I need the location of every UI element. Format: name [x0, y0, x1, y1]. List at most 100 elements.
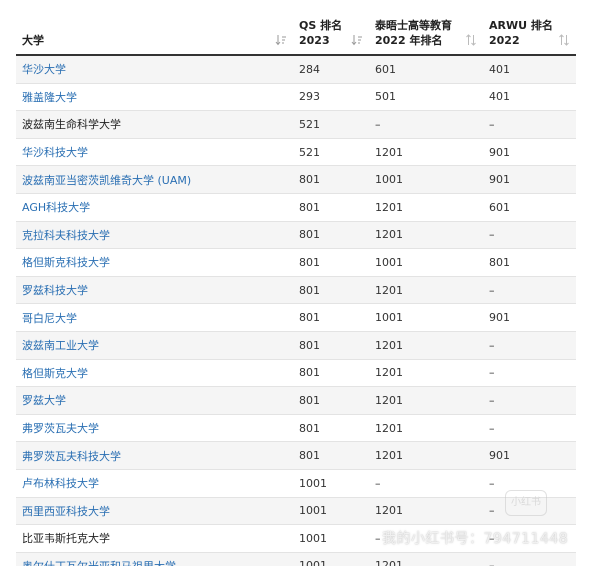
university-link[interactable]: 雅盖隆大学: [22, 91, 77, 104]
column-header-qs-2023[interactable]: QS 排名 2023: [293, 0, 369, 56]
university-cell: AGH科技大学: [16, 193, 293, 222]
column-header-label: 2022 年排名: [375, 34, 443, 47]
qs-rank-cell: 801: [293, 303, 369, 332]
sort-descending-icon[interactable]: [351, 34, 363, 46]
table-header: 大学 QS 排名 2023 泰晤士高等教育 2022 年排名 ARWU 排名 2…: [16, 0, 576, 56]
arwu-rank-cell: –: [483, 276, 576, 305]
column-header-label: 大学: [22, 34, 44, 47]
university-cell: 哥白尼大学: [16, 303, 293, 332]
page: 大学 QS 排名 2023 泰晤士高等教育 2022 年排名 ARWU 排名 2…: [0, 0, 600, 566]
column-header-the-2022[interactable]: 泰晤士高等教育 2022 年排名: [369, 0, 483, 56]
university-cell: 奥尔什丁瓦尔米亚和马祖里大学: [16, 552, 293, 566]
the-rank-cell: 601: [369, 55, 483, 84]
qs-rank-cell: 801: [293, 414, 369, 443]
arwu-rank-cell: –: [483, 552, 576, 566]
qs-rank-cell: 284: [293, 55, 369, 84]
qs-rank-cell: 521: [293, 138, 369, 167]
sort-both-icon[interactable]: [558, 34, 570, 46]
university-link[interactable]: 格但斯克科技大学: [22, 256, 110, 269]
university-link[interactable]: 弗罗茨瓦夫大学: [22, 422, 99, 435]
arwu-rank-cell: 601: [483, 193, 576, 222]
the-rank-cell: 1201: [369, 359, 483, 388]
university-cell: 格但斯克大学: [16, 359, 293, 388]
qs-rank-cell: 521: [293, 110, 369, 139]
qs-rank-cell: 1001: [293, 469, 369, 498]
qs-rank-cell: 801: [293, 386, 369, 415]
the-rank-cell: 1201: [369, 552, 483, 566]
university-cell: 西里西亚科技大学: [16, 497, 293, 526]
table-row: 华沙科技大学 521 1201 901: [16, 138, 576, 167]
the-rank-cell: 1201: [369, 414, 483, 443]
arwu-rank-cell: –: [483, 414, 576, 443]
qs-rank-cell: 801: [293, 248, 369, 277]
arwu-rank-cell: 901: [483, 441, 576, 470]
column-header-label: 泰晤士高等教育: [375, 19, 452, 32]
header-row: 大学 QS 排名 2023 泰晤士高等教育 2022 年排名 ARWU 排名 2…: [16, 0, 576, 56]
university-link[interactable]: 哥白尼大学: [22, 312, 77, 325]
qs-rank-cell: 801: [293, 441, 369, 470]
university-cell: 比亚韦斯托克大学: [16, 524, 293, 553]
table-row: 弗罗茨瓦夫大学 801 1201–: [16, 414, 576, 443]
university-link[interactable]: 波兹南工业大学: [22, 339, 99, 352]
table-row: 华沙大学 284 601 401: [16, 55, 576, 84]
arwu-rank-cell: –: [483, 359, 576, 388]
the-rank-cell: 1201: [369, 331, 483, 360]
column-header-label: QS 排名: [299, 19, 343, 32]
column-header-label: ARWU 排名: [489, 19, 553, 32]
university-link[interactable]: 罗兹大学: [22, 394, 66, 407]
arwu-rank-cell: 901: [483, 303, 576, 332]
table-row: 罗兹大学 801 1201–: [16, 386, 576, 415]
arwu-rank-cell: –: [483, 386, 576, 415]
table-row: 波兹南工业大学 801 1201–: [16, 331, 576, 360]
qs-rank-cell: 801: [293, 193, 369, 222]
the-rank-cell: –: [369, 469, 483, 498]
university-cell: 罗兹科技大学: [16, 276, 293, 305]
university-name: 比亚韦斯托克大学: [22, 532, 110, 546]
university-cell: 卢布林科技大学: [16, 469, 293, 498]
university-link[interactable]: 弗罗茨瓦夫科技大学: [22, 450, 121, 463]
table-row: 克拉科夫科技大学 801 1201–: [16, 221, 576, 250]
column-header-university[interactable]: 大学: [16, 0, 293, 56]
university-cell: 波兹南亚当密茨凯维奇大学 (UAM): [16, 165, 293, 194]
university-link[interactable]: 罗兹科技大学: [22, 284, 88, 297]
arwu-rank-cell: 901: [483, 165, 576, 194]
the-rank-cell: 1001: [369, 165, 483, 194]
watermark-logo: 小红书: [505, 490, 547, 516]
the-rank-cell: 1201: [369, 221, 483, 250]
arwu-rank-cell: –: [483, 221, 576, 250]
the-rank-cell: 1001: [369, 248, 483, 277]
university-link[interactable]: 华沙科技大学: [22, 146, 88, 159]
university-link[interactable]: 波兹南亚当密茨凯维奇大学 (UAM): [22, 174, 191, 187]
the-rank-cell: 1201: [369, 386, 483, 415]
sort-both-icon[interactable]: [465, 34, 477, 46]
rankings-table: 大学 QS 排名 2023 泰晤士高等教育 2022 年排名 ARWU 排名 2…: [16, 0, 576, 566]
table-row: 格但斯克科技大学 801 1001 801: [16, 248, 576, 277]
table-row: 卢布林科技大学 1001– –: [16, 469, 576, 498]
qs-rank-cell: 801: [293, 331, 369, 360]
the-rank-cell: 1201: [369, 276, 483, 305]
university-link[interactable]: 格但斯克大学: [22, 367, 88, 380]
university-link[interactable]: 华沙大学: [22, 63, 66, 76]
table-row: 格但斯克大学 801 1201–: [16, 359, 576, 388]
table-row: 波兹南亚当密茨凯维奇大学 (UAM) 801 1001 901: [16, 165, 576, 194]
arwu-rank-cell: 401: [483, 83, 576, 112]
university-link[interactable]: 卢布林科技大学: [22, 477, 99, 490]
university-cell: 罗兹大学: [16, 386, 293, 415]
the-rank-cell: 1001: [369, 303, 483, 332]
university-link[interactable]: 西里西亚科技大学: [22, 505, 110, 518]
table-row: 哥白尼大学 801 1001 901: [16, 303, 576, 332]
university-link[interactable]: 奥尔什丁瓦尔米亚和马祖里大学: [22, 560, 176, 566]
university-cell: 华沙大学: [16, 55, 293, 84]
qs-rank-cell: 801: [293, 165, 369, 194]
university-link[interactable]: AGH科技大学: [22, 201, 90, 214]
qs-rank-cell: 1001: [293, 524, 369, 553]
university-link[interactable]: 克拉科夫科技大学: [22, 229, 110, 242]
table-row: 西里西亚科技大学 1001 1201–: [16, 497, 576, 526]
arwu-rank-cell: –: [483, 331, 576, 360]
qs-rank-cell: 293: [293, 83, 369, 112]
qs-rank-cell: 1001: [293, 497, 369, 526]
table-row: 雅盖隆大学 293 501 401: [16, 83, 576, 112]
table-row: 罗兹科技大学 801 1201–: [16, 276, 576, 305]
column-header-arwu-2022[interactable]: ARWU 排名 2022: [483, 0, 576, 56]
sort-descending-icon[interactable]: [275, 34, 287, 46]
